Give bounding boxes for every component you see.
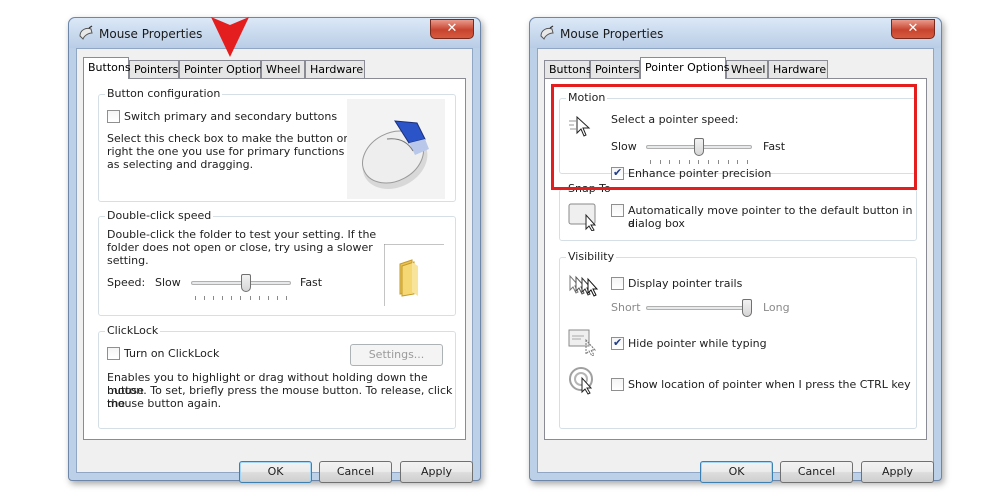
window-title: Mouse Properties — [99, 27, 203, 41]
annotation-arrow-icon — [211, 17, 249, 57]
show-location-icon — [569, 367, 593, 395]
long-label: Long — [763, 301, 790, 314]
title-bar[interactable]: Mouse Properties ✕ — [530, 18, 941, 48]
switch-buttons-checkbox[interactable] — [107, 110, 120, 123]
annotation-highlight-box — [551, 84, 917, 190]
clicklock-settings-button[interactable]: Settings... — [350, 344, 443, 366]
show-location-checkbox[interactable] — [611, 378, 624, 391]
group-title: Button configuration — [105, 87, 223, 100]
mouse-properties-window-buttons: Mouse Properties ✕ Buttons Pointers Poin… — [68, 17, 481, 483]
hide-while-typing-label: Hide pointer while typing — [628, 337, 767, 350]
hide-while-typing-checkbox[interactable] — [611, 336, 624, 350]
tab-pointer-options[interactable]: Pointer Options — [179, 60, 269, 78]
tab-hardware[interactable]: Hardware — [768, 60, 828, 78]
window-title: Mouse Properties — [560, 27, 664, 41]
group-title: Visibility — [566, 250, 617, 263]
pointer-trails-icon — [569, 274, 599, 297]
fast-label: Fast — [300, 276, 323, 289]
clicklock-label: Turn on ClickLock — [124, 347, 220, 360]
button-config-desc-line-1: Select this check box to make the button… — [107, 132, 372, 145]
double-click-desc-line-1: Double-click the folder to test your set… — [107, 228, 377, 241]
trails-slider-track[interactable] — [646, 306, 752, 310]
double-click-slider-ticks — [195, 296, 287, 300]
tab-hardware[interactable]: Hardware — [305, 60, 365, 78]
clicklock-desc-line-3: mouse button again. — [107, 397, 222, 410]
snap-to-checkbox[interactable] — [611, 204, 624, 217]
tab-pointers[interactable]: Pointers — [590, 60, 640, 78]
tab-wheel[interactable]: Wheel — [726, 60, 768, 78]
button-config-desc-line-3: as selecting and dragging. — [107, 158, 254, 171]
speed-label: Speed: — [107, 276, 146, 289]
group-title: Double-click speed — [105, 209, 214, 222]
test-folder-icon[interactable] — [384, 244, 446, 306]
mouse-image-icon — [347, 99, 445, 199]
group-title: ClickLock — [105, 324, 161, 337]
close-button[interactable]: ✕ — [430, 19, 474, 39]
pointer-trails-label: Display pointer trails — [628, 277, 743, 290]
double-click-slider-thumb[interactable] — [240, 274, 251, 292]
mouse-app-icon — [540, 25, 554, 40]
tab-pointers[interactable]: Pointers — [129, 60, 179, 78]
tab-wheel[interactable]: Wheel — [261, 60, 305, 78]
mouse-app-icon — [79, 25, 93, 40]
pointer-trails-checkbox[interactable] — [611, 277, 624, 290]
cancel-button[interactable]: Cancel — [780, 461, 853, 483]
tab-buttons[interactable]: Buttons — [83, 57, 131, 79]
apply-button[interactable]: Apply — [400, 461, 473, 483]
ok-button[interactable]: OK — [700, 461, 773, 483]
show-location-label: Show location of pointer when I press th… — [628, 378, 911, 391]
short-label: Short — [611, 301, 641, 314]
ok-button[interactable]: OK — [239, 461, 312, 483]
double-click-desc-line-3: setting. — [107, 254, 149, 267]
double-click-speed-group: Double-click speed Double-click the fold… — [98, 209, 456, 316]
snap-to-group: Snap To Automatically move pointer to th… — [559, 182, 917, 241]
hide-pointer-icon — [568, 329, 597, 356]
tab-pointer-options[interactable]: Pointer Options — [640, 57, 730, 79]
cancel-button[interactable]: Cancel — [319, 461, 392, 483]
tab-buttons[interactable]: Buttons — [544, 60, 592, 78]
double-click-desc-line-2: folder does not open or close, try using… — [107, 241, 373, 254]
snap-to-label-line-2: dialog box — [628, 217, 685, 230]
dialog-client-area: Buttons Pointers Pointer Options Wheel H… — [76, 48, 473, 483]
trails-slider-thumb[interactable] — [742, 299, 752, 317]
clicklock-checkbox[interactable] — [107, 347, 120, 360]
slow-label: Slow — [155, 276, 181, 289]
snap-to-button-icon — [568, 203, 597, 231]
button-configuration-group: Button configuration Switch primary and … — [98, 87, 456, 202]
apply-button[interactable]: Apply — [861, 461, 934, 483]
visibility-group: Visibility Display pointer trails Short … — [559, 250, 917, 429]
button-config-desc-line-2: right the one you use for primary functi… — [107, 145, 374, 158]
clicklock-group: ClickLock Turn on ClickLock Settings... … — [98, 324, 456, 429]
close-button[interactable]: ✕ — [891, 19, 935, 39]
tab-panel-buttons: Button configuration Switch primary and … — [83, 78, 466, 440]
switch-buttons-label: Switch primary and secondary buttons — [124, 110, 338, 123]
title-bar[interactable]: Mouse Properties ✕ — [69, 18, 480, 48]
